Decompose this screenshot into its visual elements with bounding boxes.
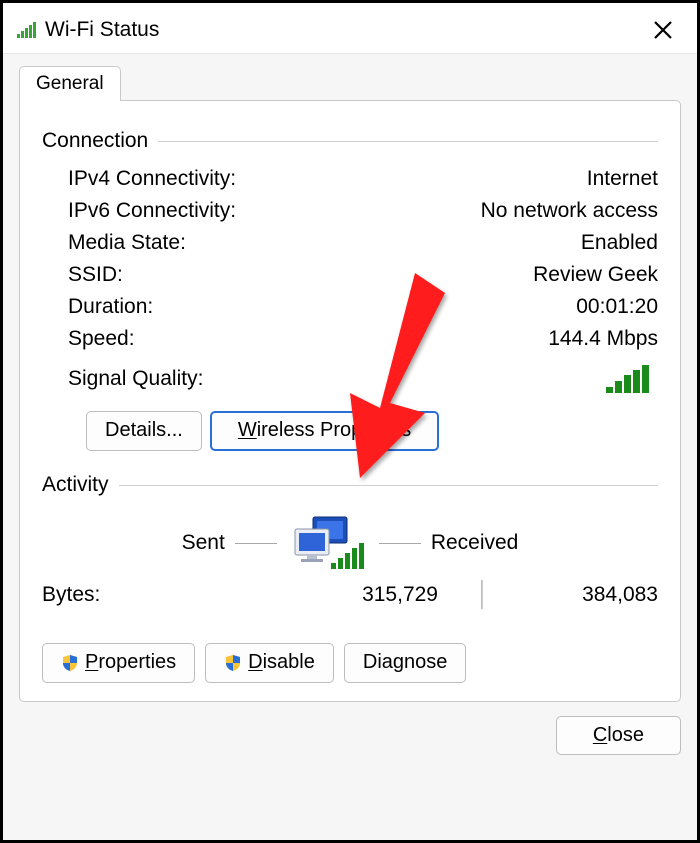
ipv6-value: No network access bbox=[481, 199, 658, 223]
wireless-properties-label: Wireless Properties bbox=[238, 419, 411, 442]
shield-icon bbox=[61, 654, 79, 672]
duration-value: 00:01:20 bbox=[576, 295, 658, 319]
connection-buttons: Details... Wireless Properties bbox=[86, 411, 658, 451]
bytes-label: Bytes: bbox=[42, 583, 100, 607]
tab-panel-general: Connection IPv4 Connectivity: Internet I… bbox=[19, 100, 681, 702]
wireless-properties-button[interactable]: Wireless Properties bbox=[210, 411, 439, 451]
connection-header: Connection bbox=[42, 129, 658, 153]
activity-header: Activity bbox=[42, 473, 658, 497]
tab-general[interactable]: General bbox=[19, 66, 121, 101]
ssid-value: Review Geek bbox=[533, 263, 658, 287]
row-duration: Duration: 00:01:20 bbox=[42, 291, 658, 323]
title-bar: Wi-Fi Status bbox=[3, 3, 697, 53]
divider bbox=[379, 543, 421, 544]
bytes-received-value: 384,083 bbox=[528, 583, 658, 607]
shield-icon bbox=[224, 654, 242, 672]
signal-bars-icon bbox=[606, 365, 652, 393]
sent-label: Sent bbox=[182, 531, 225, 555]
media-label: Media State: bbox=[68, 231, 186, 255]
connection-header-label: Connection bbox=[42, 129, 148, 153]
properties-label: Properties bbox=[85, 651, 176, 674]
bytes-sent-value: 315,729 bbox=[308, 583, 438, 607]
details-button[interactable]: Details... bbox=[86, 411, 202, 451]
bytes-divider: │ bbox=[438, 581, 528, 609]
row-ipv4: IPv4 Connectivity: Internet bbox=[42, 163, 658, 195]
speed-label: Speed: bbox=[68, 327, 135, 351]
row-media: Media State: Enabled bbox=[42, 227, 658, 259]
close-button[interactable]: Close bbox=[556, 716, 681, 755]
disable-label: Disable bbox=[248, 651, 315, 674]
row-signal: Signal Quality: bbox=[42, 365, 658, 393]
divider bbox=[235, 543, 277, 544]
row-ssid: SSID: Review Geek bbox=[42, 259, 658, 291]
ipv6-label: IPv6 Connectivity: bbox=[68, 199, 236, 223]
received-label: Received bbox=[431, 531, 519, 555]
diagnose-button[interactable]: Diagnose bbox=[344, 643, 467, 683]
speed-value: 144.4 Mbps bbox=[548, 327, 658, 351]
signal-label: Signal Quality: bbox=[68, 367, 203, 391]
window-title: Wi-Fi Status bbox=[45, 18, 159, 42]
ssid-label: SSID: bbox=[68, 263, 123, 287]
media-value: Enabled bbox=[581, 231, 658, 255]
activity-computers-icon bbox=[287, 513, 369, 573]
activity-row: Sent Received bbox=[42, 513, 658, 573]
diagnose-label: Diagnose bbox=[363, 651, 448, 674]
divider bbox=[158, 141, 658, 142]
disable-button[interactable]: Disable bbox=[205, 643, 334, 683]
ipv4-label: IPv4 Connectivity: bbox=[68, 167, 236, 191]
wifi-icon bbox=[17, 22, 37, 38]
close-label: Close bbox=[593, 724, 644, 747]
activity-buttons: Properties Disable Diagnose bbox=[42, 643, 658, 683]
bytes-row: Bytes: 315,729 │ 384,083 bbox=[42, 581, 658, 609]
window-close-button[interactable] bbox=[643, 10, 683, 50]
footer-buttons: Close bbox=[19, 716, 681, 755]
row-speed: Speed: 144.4 Mbps bbox=[42, 323, 658, 355]
ipv4-value: Internet bbox=[587, 167, 658, 191]
row-ipv6: IPv6 Connectivity: No network access bbox=[42, 195, 658, 227]
divider bbox=[119, 485, 658, 486]
duration-label: Duration: bbox=[68, 295, 153, 319]
activity-header-label: Activity bbox=[42, 473, 109, 497]
details-label: Details... bbox=[105, 419, 183, 442]
window-body: General Connection IPv4 Connectivity: In… bbox=[3, 53, 697, 840]
tab-strip: General bbox=[19, 66, 681, 100]
properties-button[interactable]: Properties bbox=[42, 643, 195, 683]
